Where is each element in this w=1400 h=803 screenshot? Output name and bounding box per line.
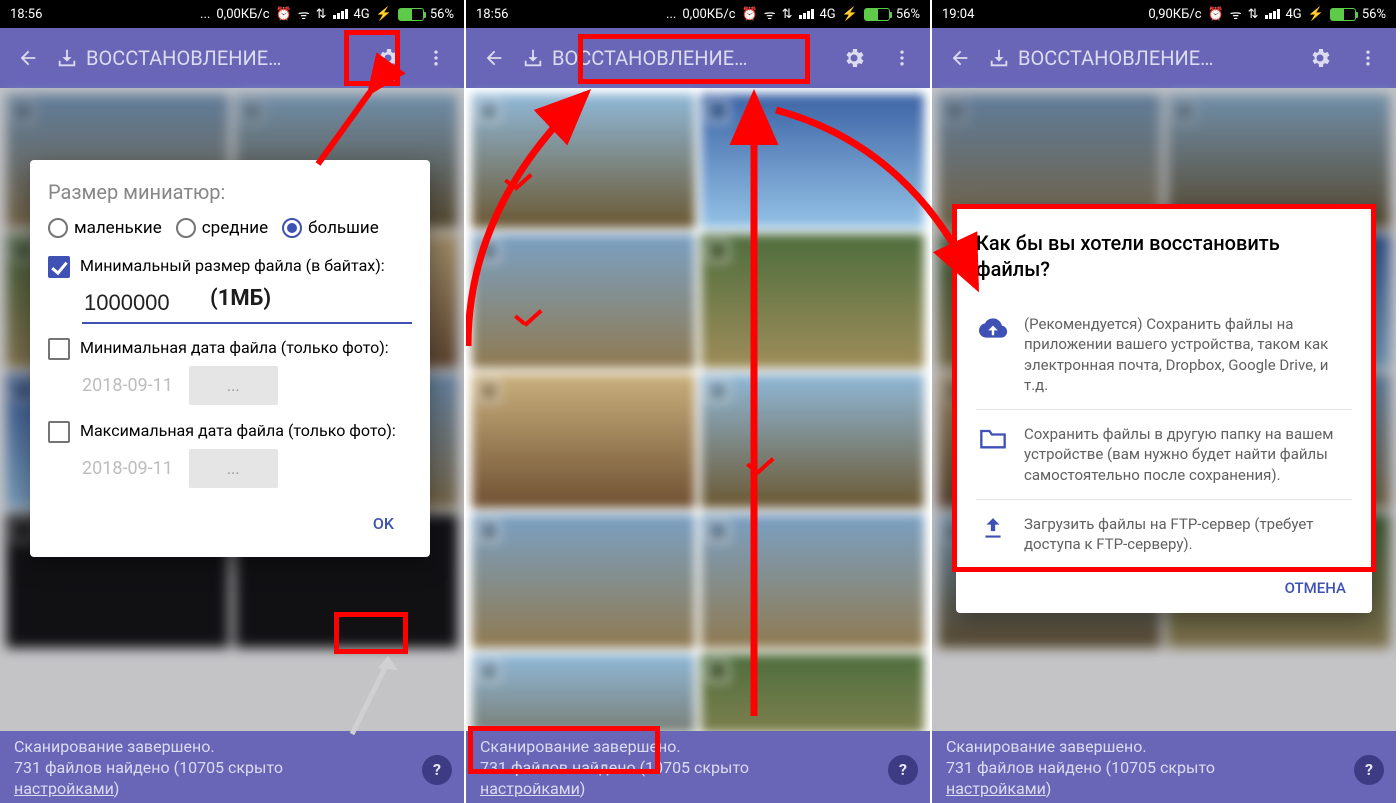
status-bar: 19:04 0,90КБ/с ⏰ᯤ⇅ 4G⚡ 56% bbox=[932, 0, 1396, 28]
max-date-value: 2018-09-11 bbox=[82, 458, 173, 479]
app-bar: ВОССТАНОВЛЕНИЕ… bbox=[932, 28, 1396, 88]
min-date-value: 2018-09-11 bbox=[82, 375, 173, 396]
settings-button[interactable] bbox=[1296, 34, 1344, 82]
alarm-icon: ⏰ bbox=[1208, 7, 1224, 22]
back-button[interactable] bbox=[936, 34, 984, 82]
download-icon bbox=[988, 47, 1010, 69]
status-bar: 18:56 ...0,00КБ/с ⏰ᯤ⇅ 4G⚡ 56% bbox=[466, 0, 930, 28]
footer-count: 731 файлов найдено bbox=[946, 758, 1102, 777]
screenshot-3: 19:04 0,90КБ/с ⏰ᯤ⇅ 4G⚡ 56% ВОССТАНОВЛЕНИ… bbox=[932, 0, 1398, 803]
help-button[interactable]: ? bbox=[1354, 755, 1384, 785]
updown-icon: ⇅ bbox=[782, 7, 793, 22]
highlight-footer-count bbox=[468, 726, 660, 774]
status-batt: 56% bbox=[430, 7, 454, 22]
wifi-icon: ᯤ bbox=[298, 5, 310, 23]
appbar-title: ВОССТАНОВЛЕНИЕ… bbox=[1018, 46, 1213, 70]
radio-small[interactable]: маленькие bbox=[48, 218, 162, 238]
footer: Сканирование завершено. 731 файлов найде… bbox=[932, 731, 1396, 803]
footer-count: 731 файлов найдено bbox=[14, 758, 170, 777]
max-date-picker[interactable]: ... bbox=[189, 449, 278, 488]
signal-icon bbox=[333, 9, 348, 19]
overflow-button[interactable] bbox=[878, 34, 926, 82]
radio-large[interactable]: большие bbox=[282, 218, 379, 238]
dialog-title: Размер миниатюр: bbox=[48, 180, 412, 204]
alarm-icon: ⏰ bbox=[742, 7, 758, 22]
charge-icon: ⚡ bbox=[1308, 7, 1324, 22]
checkbox-min-date[interactable]: Минимальная дата файла (только фото): bbox=[48, 338, 412, 360]
download-icon bbox=[56, 47, 78, 69]
alarm-icon: ⏰ bbox=[276, 7, 292, 22]
footer-line1: Сканирование завершено. bbox=[14, 737, 450, 758]
help-button[interactable]: ? bbox=[422, 755, 452, 785]
screenshot-2: 18:56 ...0,00КБ/с ⏰ᯤ⇅ 4G⚡ 56% ВОССТАНОВЛ… bbox=[466, 0, 932, 803]
checkmark-icon bbox=[514, 312, 544, 332]
screenshot-1: 18:56 ... 0,00КБ/с ⏰ ᯤ ⇅ 4G ⚡ 56% ВОССТА… bbox=[0, 0, 466, 803]
signal-icon bbox=[1265, 9, 1280, 19]
annotation-1mb: (1МБ) bbox=[210, 286, 271, 311]
checkbox-max-date[interactable]: Максимальная дата файла (только фото): bbox=[48, 421, 412, 443]
download-icon bbox=[522, 47, 544, 69]
updown-icon: ⇅ bbox=[316, 7, 327, 22]
checkmark-icon bbox=[746, 460, 776, 480]
footer-settings-link[interactable]: настройками bbox=[14, 779, 114, 798]
back-button[interactable] bbox=[4, 34, 52, 82]
footer-line1: Сканирование завершено. bbox=[946, 737, 1382, 758]
highlight-settings bbox=[344, 30, 400, 86]
help-button[interactable]: ? bbox=[888, 755, 918, 785]
checkmark-icon bbox=[504, 176, 534, 196]
updown-icon: ⇅ bbox=[1248, 7, 1259, 22]
highlight-dialog bbox=[952, 204, 1376, 572]
radio-medium[interactable]: средние bbox=[176, 218, 268, 238]
status-net: 0,00КБ/с bbox=[216, 7, 269, 22]
status-time: 19:04 bbox=[942, 7, 974, 22]
wifi-icon: ᯤ bbox=[1230, 5, 1242, 23]
signal-icon bbox=[799, 9, 814, 19]
footer-settings-link[interactable]: настройками bbox=[946, 779, 1046, 798]
charge-icon: ⚡ bbox=[842, 7, 858, 22]
settings-dialog: Размер миниатюр: маленькие средние больш… bbox=[30, 160, 430, 557]
charge-icon: ⚡ bbox=[376, 7, 392, 22]
status-time: 18:56 bbox=[10, 7, 42, 22]
status-bar: 18:56 ... 0,00КБ/с ⏰ ᯤ ⇅ 4G ⚡ 56% bbox=[0, 0, 464, 28]
ok-button[interactable]: OK bbox=[355, 504, 412, 543]
photo-grid bbox=[466, 88, 930, 733]
settings-button[interactable] bbox=[830, 34, 878, 82]
battery-icon bbox=[864, 8, 890, 21]
highlight-title bbox=[578, 34, 810, 84]
footer: Сканирование завершено. 731 файлов найде… bbox=[0, 731, 464, 803]
min-date-picker[interactable]: ... bbox=[189, 366, 278, 405]
battery-icon bbox=[1330, 8, 1356, 21]
checkbox-min-size[interactable]: Минимальный размер файла (в байтах): bbox=[48, 256, 412, 278]
overflow-button[interactable] bbox=[412, 34, 460, 82]
status-time: 18:56 bbox=[476, 7, 508, 22]
cancel-button[interactable]: ОТМЕНА bbox=[976, 569, 1352, 603]
highlight-ok bbox=[334, 612, 408, 654]
overflow-button[interactable] bbox=[1344, 34, 1392, 82]
footer-settings-link[interactable]: настройками bbox=[480, 779, 580, 798]
wifi-icon: ᯤ bbox=[764, 5, 776, 23]
back-button[interactable] bbox=[470, 34, 518, 82]
appbar-title: ВОССТАНОВЛЕНИЕ… bbox=[86, 46, 281, 70]
battery-icon bbox=[398, 8, 424, 21]
status-gen: 4G bbox=[354, 7, 370, 22]
